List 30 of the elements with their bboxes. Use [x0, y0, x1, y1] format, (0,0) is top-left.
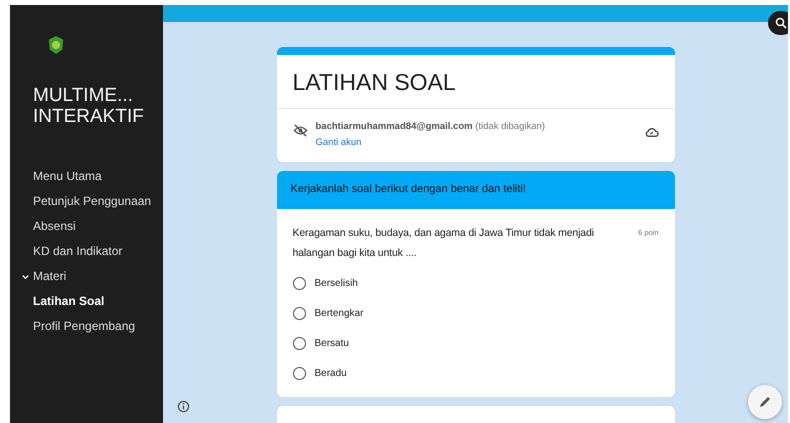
switch-account-link[interactable]: Ganti akun: [316, 137, 362, 148]
nav-item[interactable]: Menu Utama: [33, 167, 102, 185]
radio-button[interactable]: [292, 366, 306, 380]
emblem-icon: [47, 35, 65, 55]
account-email: bachtiarmuhammad84@gmail.com (tidak dibagikan): [316, 121, 546, 132]
eye-off-icon: [292, 123, 308, 138]
nav-item[interactable]: Absensi: [33, 217, 76, 235]
option-label: Bertengkar: [314, 308, 364, 318]
nav-item[interactable]: Latihan Soal: [33, 292, 104, 310]
info-icon[interactable]: [177, 400, 190, 413]
option-label: Berselisih: [314, 278, 358, 288]
nav-item[interactable]: Petunjuk Penggunaan: [33, 192, 152, 210]
search-icon[interactable]: [775, 17, 787, 29]
option-label: Bersatu: [314, 338, 349, 348]
option-label: Beradu: [314, 368, 347, 378]
site-title: MULTIME... INTERAKTIF: [33, 85, 145, 127]
search-button[interactable]: [768, 11, 788, 35]
radio-button[interactable]: [292, 276, 306, 290]
form-title: LATIHAN SOAL: [292, 68, 457, 97]
nav-item[interactable]: KD dan Indikator: [33, 242, 122, 260]
nav-item[interactable]: Materi: [33, 267, 66, 285]
section-header: Kerjakanlah soal berikut dengan benar dan teliti!: [276, 171, 674, 209]
cloud-icon: [644, 126, 658, 138]
radio-button[interactable]: [292, 306, 306, 320]
question-text: Keragaman suku, budaya, dan agama di Jawa Timur tidak menjadi halangan bagi kita untuk ....: [292, 226, 595, 261]
nav-item[interactable]: Profil Pengembang: [33, 317, 136, 335]
pencil-icon[interactable]: [758, 395, 772, 409]
chevron-icon[interactable]: [21, 272, 30, 281]
radio-button[interactable]: [292, 336, 306, 350]
edit-button[interactable]: [748, 385, 782, 419]
